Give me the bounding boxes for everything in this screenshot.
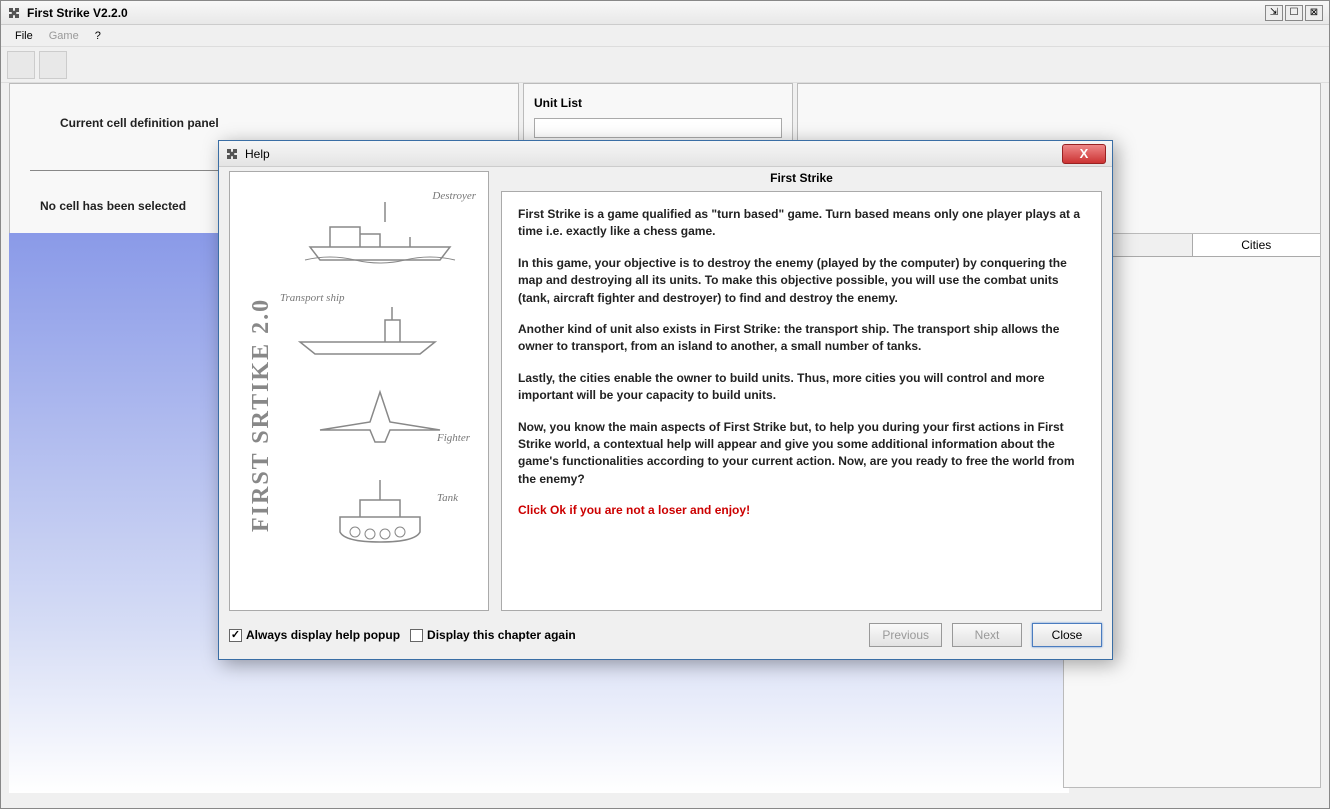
next-button: Next — [952, 623, 1022, 647]
dialog-title: Help — [245, 147, 270, 161]
help-paragraph-2: In this game, your objective is to destr… — [518, 255, 1085, 307]
dialog-icon — [225, 147, 239, 161]
dialog-titlebar[interactable]: Help X — [219, 141, 1112, 167]
help-illustration: FIRST SRTIKE 2.0 Destroyer Transport shi… — [229, 171, 489, 611]
tank-sketch — [310, 472, 450, 552]
help-paragraph-1: First Strike is a game qualified as "tur… — [518, 206, 1085, 241]
tank-label: Tank — [437, 492, 458, 504]
fighter-sketch — [300, 382, 460, 452]
help-content: First Strike First Strike is a game qual… — [501, 171, 1102, 611]
always-display-label: Always display help popup — [246, 628, 400, 642]
destroyer-label: Destroyer — [432, 190, 476, 202]
help-paragraph-cta: Click Ok if you are not a loser and enjo… — [518, 502, 1085, 519]
help-dialog: Help X FIRST SRTIKE 2.0 Destroyer Transp… — [218, 140, 1113, 660]
previous-button: Previous — [869, 623, 942, 647]
help-paragraph-5: Now, you know the main aspects of First … — [518, 419, 1085, 489]
display-again-checkbox-wrap[interactable]: Display this chapter again — [410, 628, 576, 642]
display-again-checkbox[interactable] — [410, 629, 423, 642]
transport-label: Transport ship — [280, 292, 345, 304]
fighter-label: Fighter — [437, 432, 470, 444]
help-text-box: First Strike is a game qualified as "tur… — [501, 191, 1102, 611]
transport-sketch — [290, 302, 460, 362]
dialog-footer: Always display help popup Display this c… — [229, 619, 1102, 651]
display-again-label: Display this chapter again — [427, 628, 576, 642]
dialog-overlay: Help X FIRST SRTIKE 2.0 Destroyer Transp… — [0, 0, 1330, 809]
always-display-checkbox-wrap[interactable]: Always display help popup — [229, 628, 400, 642]
dialog-close-button[interactable]: X — [1062, 144, 1106, 164]
destroyer-sketch — [300, 192, 470, 272]
close-button[interactable]: Close — [1032, 623, 1102, 647]
sketch-title: FIRST SRTIKE 2.0 — [248, 298, 275, 532]
always-display-checkbox[interactable] — [229, 629, 242, 642]
dialog-body: FIRST SRTIKE 2.0 Destroyer Transport shi… — [229, 171, 1102, 611]
help-paragraph-3: Another kind of unit also exists in Firs… — [518, 321, 1085, 356]
help-heading: First Strike — [501, 171, 1102, 191]
help-paragraph-4: Lastly, the cities enable the owner to b… — [518, 370, 1085, 405]
